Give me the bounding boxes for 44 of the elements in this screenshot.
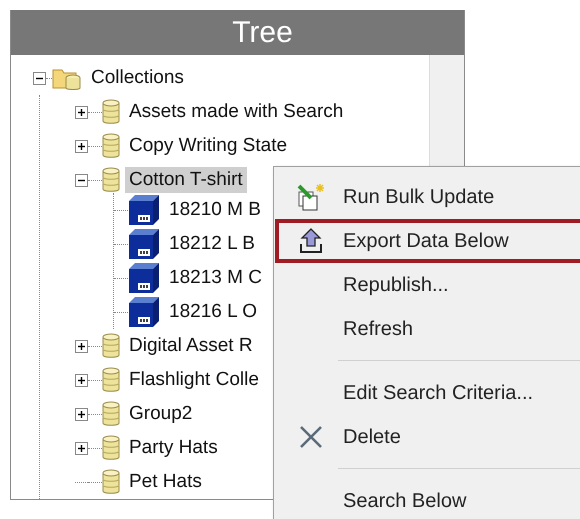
database-icon <box>102 333 120 359</box>
menu-item[interactable]: Refresh <box>275 307 580 351</box>
tree-item[interactable]: Flashlight Colle <box>125 367 263 393</box>
tree-item[interactable]: 18216 L O <box>165 299 262 325</box>
tree-item[interactable]: Group2 <box>125 401 196 427</box>
expand-toggle[interactable] <box>75 408 88 420</box>
tree-item[interactable]: Copy Writing State <box>125 133 292 159</box>
panel-title: Tree <box>11 10 464 55</box>
database-icon <box>102 167 120 193</box>
cube-icon <box>128 296 160 328</box>
tree-item[interactable]: Digital Asset R <box>125 333 257 359</box>
collapse-toggle[interactable] <box>33 72 46 84</box>
tree-item[interactable]: 18213 M C <box>165 265 266 291</box>
expand-toggle[interactable] <box>75 340 88 352</box>
database-icon <box>102 435 120 461</box>
tree-item[interactable]: Pet Hats <box>125 469 206 495</box>
database-icon <box>102 133 120 159</box>
tree-item[interactable]: Collections <box>87 65 188 91</box>
menu-item[interactable]: Republish... <box>275 263 580 307</box>
tree-item[interactable]: Assets made with Search <box>125 99 348 125</box>
tree-item[interactable]: 18212 L B <box>165 231 259 257</box>
database-icon <box>102 401 120 427</box>
collapse-toggle[interactable] <box>75 174 88 186</box>
database-icon <box>102 99 120 125</box>
tree-item[interactable]: Cotton T-shirt <box>125 167 247 193</box>
menu-item[interactable]: Delete <box>275 415 580 459</box>
expand-toggle[interactable] <box>75 374 88 386</box>
edit-pages-icon <box>296 182 326 212</box>
upload-icon <box>299 228 323 254</box>
expand-toggle[interactable] <box>75 140 88 152</box>
database-icon <box>102 469 120 495</box>
close-icon <box>299 425 323 449</box>
cube-icon <box>128 194 160 226</box>
cube-icon <box>128 228 160 260</box>
expand-toggle[interactable] <box>75 442 88 454</box>
menu-item[interactable]: Export Data Below <box>275 219 580 263</box>
database-icon <box>102 367 120 393</box>
tree-item[interactable]: Party Hats <box>125 435 222 461</box>
cube-icon <box>128 262 160 294</box>
menu-item[interactable]: Run Bulk Update <box>275 175 580 219</box>
menu-item[interactable]: Edit Search Criteria... <box>275 371 580 415</box>
tree-item[interactable]: 18210 M B <box>165 197 265 223</box>
expand-toggle[interactable] <box>75 106 88 118</box>
menu-item[interactable]: Search Below <box>275 479 580 519</box>
